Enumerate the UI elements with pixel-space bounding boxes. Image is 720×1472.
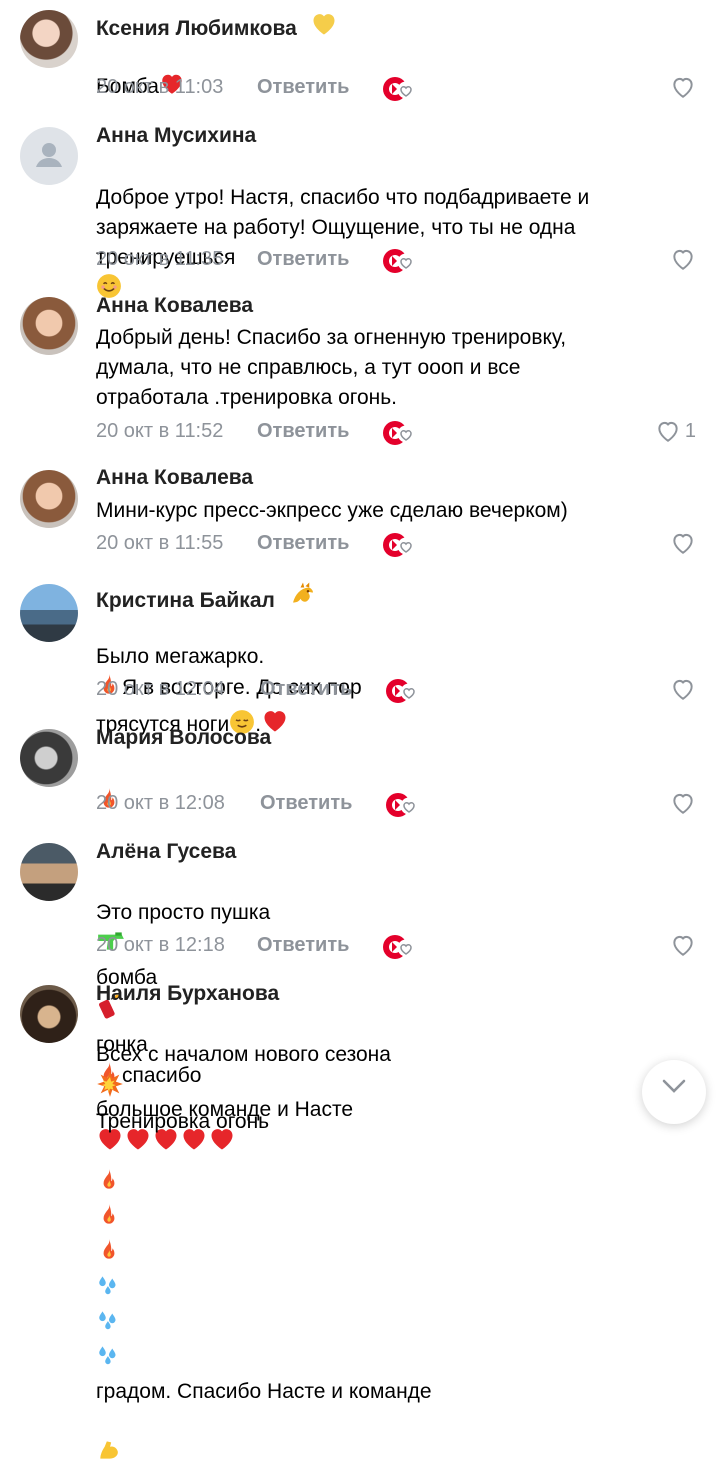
avatar[interactable]: [20, 470, 78, 528]
comment-time: 20 окт в 11:35: [96, 248, 224, 270]
comment-text: Мини-курс пресс-экпресс уже сделаю вечер…: [96, 499, 568, 522]
chevron-down-icon: [662, 1079, 686, 1093]
like-heart-icon: [670, 246, 696, 272]
like-button[interactable]: [670, 530, 696, 556]
avatar[interactable]: [20, 10, 78, 68]
reply-button[interactable]: Ответить: [257, 934, 349, 957]
sweat-drops-icon: [96, 1272, 122, 1307]
avatar[interactable]: [20, 843, 78, 901]
comment-author[interactable]: Анна Ковалева: [96, 466, 253, 490]
reaction-icon[interactable]: [382, 76, 416, 102]
avatar[interactable]: [20, 297, 78, 355]
comment-time: 20 окт в 11:52: [96, 420, 224, 442]
heart-badge-icon: [309, 10, 339, 44]
flexed-biceps-icon: [96, 1437, 122, 1472]
reaction-icon[interactable]: [382, 934, 416, 960]
comment-time: 20 окт в 12:18: [96, 934, 225, 956]
like-heart-icon: [670, 676, 696, 702]
like-heart-icon: [670, 932, 696, 958]
comment-text: Добрый день! Спасибо за огненную трениро…: [96, 326, 567, 409]
avatar[interactable]: [20, 729, 78, 787]
reaction-icon[interactable]: [385, 792, 419, 818]
fire-icon: [96, 1202, 122, 1237]
comment-author[interactable]: Анна Мусихина: [96, 124, 256, 148]
comment-author[interactable]: Анна Ковалева: [96, 294, 253, 318]
comment-author[interactable]: Мария Волосова: [96, 726, 271, 750]
reply-button[interactable]: Ответить: [257, 532, 349, 555]
reaction-icon[interactable]: [382, 532, 416, 558]
user-icon: [36, 143, 62, 167]
comment-author[interactable]: Ксения Любимкова: [96, 10, 339, 44]
like-button[interactable]: 1: [655, 418, 696, 444]
comment-author[interactable]: Кристина Байкал: [96, 580, 319, 616]
fire-icon: [96, 1167, 122, 1202]
reply-button[interactable]: Ответить: [257, 76, 349, 99]
reply-button[interactable]: Ответить: [260, 678, 352, 701]
avatar[interactable]: [20, 985, 78, 1043]
sweat-drops-icon: [96, 1342, 122, 1377]
comment-time: 20 окт в 12:08: [96, 792, 225, 814]
scroll-down-button[interactable]: [642, 1060, 706, 1124]
fire-icon: [96, 1237, 122, 1272]
like-button[interactable]: [670, 246, 696, 272]
reaction-icon[interactable]: [385, 678, 419, 704]
sweat-drops-icon: [96, 1307, 122, 1342]
like-button[interactable]: [670, 790, 696, 816]
like-count: 1: [684, 419, 696, 442]
reaction-icon[interactable]: [382, 248, 416, 274]
like-heart-icon: [670, 530, 696, 556]
comment-time: 20 окт в 11:03: [96, 76, 224, 98]
like-button[interactable]: [670, 74, 696, 100]
like-button[interactable]: [670, 676, 696, 702]
comment-text: Доброе утро! Настя, спасибо что подбадри…: [96, 153, 696, 308]
like-heart-icon: [670, 790, 696, 816]
avatar-placeholder[interactable]: [20, 127, 78, 185]
like-button[interactable]: [670, 932, 696, 958]
reply-button[interactable]: Ответить: [257, 248, 349, 271]
comment-time: 20 окт в 11:55: [96, 532, 224, 554]
collision-icon: [96, 1070, 124, 1107]
avatar[interactable]: [20, 584, 78, 642]
comment-author[interactable]: Алёна Гусева: [96, 840, 236, 864]
reply-button[interactable]: Ответить: [260, 792, 352, 815]
like-heart-icon: [655, 418, 681, 444]
comment-author[interactable]: Наиля Бурханова: [96, 982, 279, 1006]
dragon-badge-icon: [287, 580, 319, 616]
comment-text: Всех с началом нового сезона Тренировка …: [96, 1010, 696, 1472]
reply-button[interactable]: Ответить: [257, 420, 349, 443]
reaction-icon[interactable]: [382, 420, 416, 446]
like-heart-icon: [670, 74, 696, 100]
comment-time: 20 окт в 12:04: [96, 678, 225, 700]
